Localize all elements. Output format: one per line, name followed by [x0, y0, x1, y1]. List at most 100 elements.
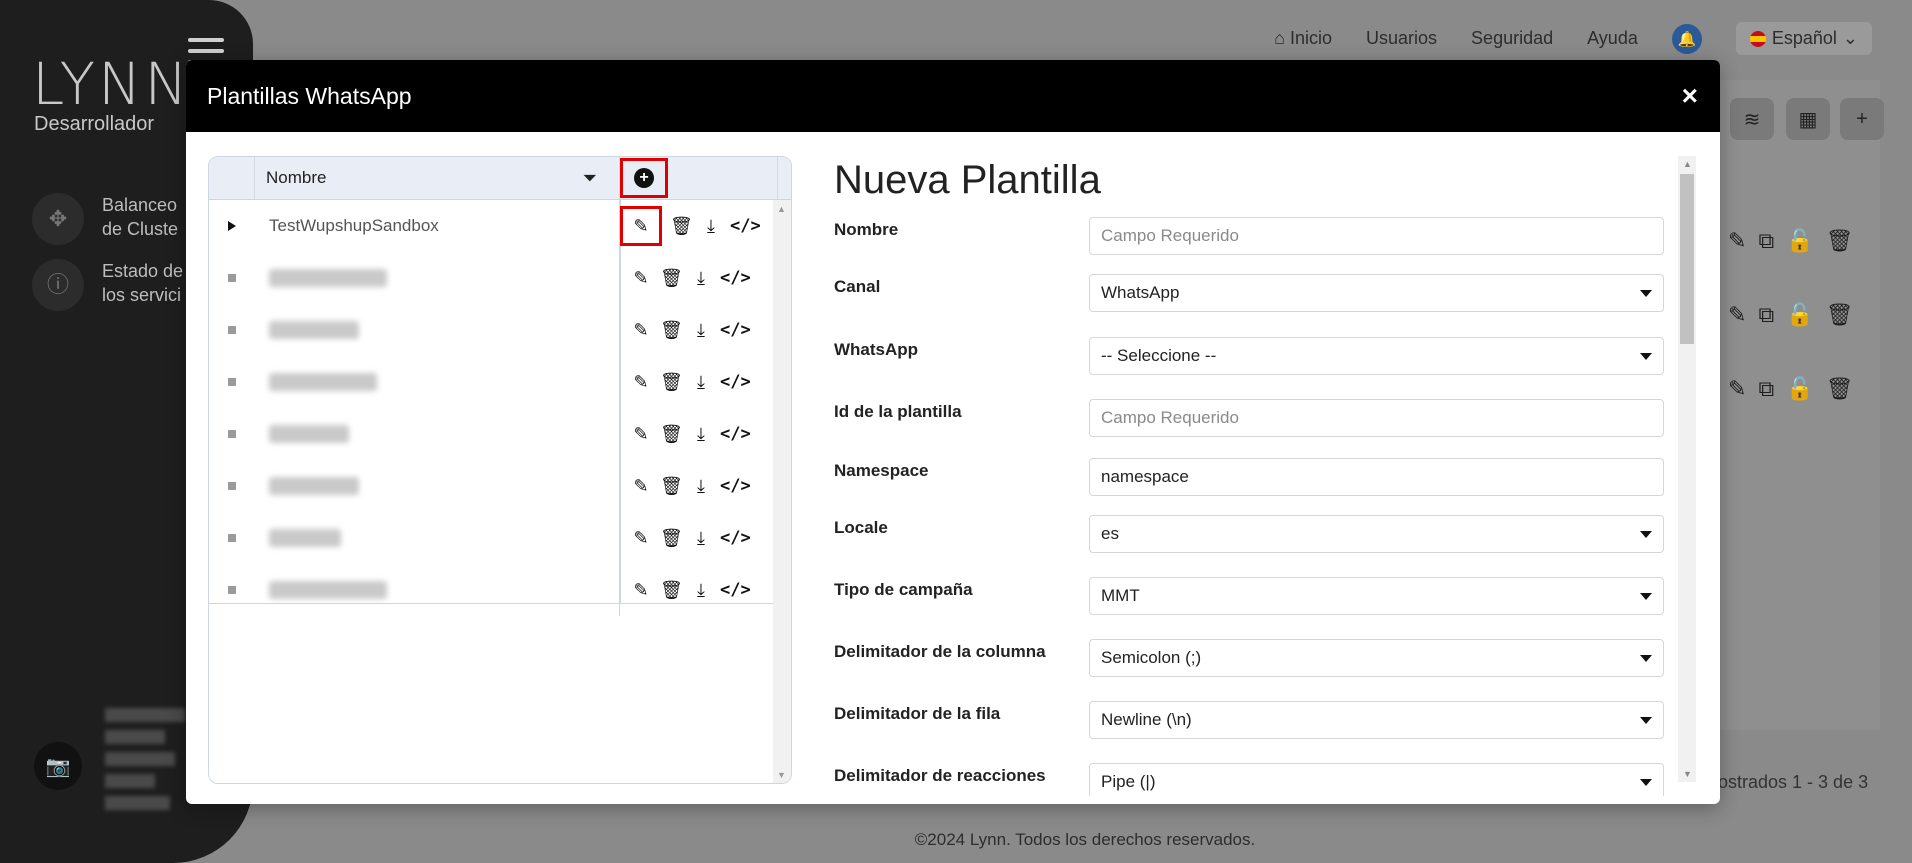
grid-header: Nombre ⏷ + — [209, 157, 791, 200]
user-role: Desarrollador — [34, 113, 155, 135]
select-field[interactable]: WhatsApp — [1089, 274, 1664, 312]
code-icon[interactable]: </> — [720, 476, 751, 496]
nav-security[interactable]: Seguridad — [1471, 28, 1553, 49]
table-row[interactable]: ✎ 🗑 ⤓ </> — [209, 564, 777, 616]
trash-icon[interactable]: 🗑 — [660, 476, 683, 497]
edit-icon[interactable]: ✎ — [630, 268, 652, 289]
download-icon[interactable]: ⤓ — [690, 476, 712, 497]
download-icon[interactable]: ⤓ — [690, 424, 712, 445]
redacted-text — [269, 373, 377, 391]
code-icon[interactable]: </> — [720, 268, 751, 288]
trash-icon[interactable]: 🗑 — [660, 424, 683, 445]
form-title: Nueva Plantilla — [834, 158, 1101, 202]
field-label: Namespace — [834, 461, 929, 480]
trash-icon[interactable]: 🗑 — [670, 216, 693, 237]
redacted-text — [269, 529, 341, 547]
edit-icon[interactable]: ✎ — [630, 320, 652, 341]
grid-body: TestWupshupSandbox ✎ 🗑 ⤓ </> ✎ 🗑 ⤓ </> ✎ 🗑 ⤓ </> ✎ 🗑 ⤓ <… — [209, 200, 777, 783]
row-actions: ✎ 🗑 ⤓ </> — [620, 252, 750, 304]
table-row[interactable]: ✎ 🗑 ⤓ </> — [209, 356, 777, 408]
text-input[interactable]: namespace — [1089, 458, 1664, 496]
add-icon[interactable]: + — [1840, 98, 1884, 140]
field-label: Id de la plantilla — [834, 402, 962, 421]
grid-scrollbar[interactable]: ▲ ▼ — [773, 200, 791, 783]
field-label: Nombre — [834, 220, 899, 239]
trash-icon[interactable]: 🗑 — [660, 320, 683, 341]
download-icon[interactable]: ⤓ — [690, 528, 712, 549]
top-nav: ⌂ Inicio Usuarios Seguridad Ayuda 🔔 Espa… — [1274, 22, 1872, 55]
edit-icon[interactable]: ✎ — [630, 476, 652, 497]
text-input[interactable]: Campo Requerido — [1089, 217, 1664, 255]
field-label: Tipo de campaña — [834, 580, 973, 599]
spain-flag-icon — [1749, 30, 1766, 47]
dropdown-arrow-icon — [1640, 592, 1652, 600]
trash-icon[interactable]: 🗑 — [660, 528, 683, 549]
row-name — [255, 304, 620, 356]
code-icon[interactable]: </> — [720, 528, 751, 548]
templates-grid: Nombre ⏷ + TestWupshupSandbox ✎ 🗑 ⤓ </> ✎ 🗑 ⤓ </… — [208, 156, 792, 784]
code-icon[interactable]: </> — [720, 580, 751, 600]
table-row[interactable]: TestWupshupSandbox ✎ 🗑 ⤓ </> — [209, 200, 777, 252]
download-icon[interactable]: ⤓ — [690, 320, 712, 341]
nav-home[interactable]: ⌂ Inicio — [1274, 28, 1332, 49]
table-row[interactable]: ✎ 🗑 ⤓ </> — [209, 408, 777, 460]
redacted-text — [269, 269, 387, 287]
code-icon[interactable]: </> — [720, 372, 751, 392]
nav-help[interactable]: Ayuda — [1587, 28, 1638, 49]
edit-icon[interactable]: ✎ — [630, 580, 652, 601]
code-icon[interactable]: </> — [720, 424, 751, 444]
bg-row-actions: ✎ ⧉ 🔓 🗑 — [1728, 302, 1854, 327]
calendar-icon[interactable]: ▦ — [1786, 98, 1830, 140]
edit-icon[interactable]: ✎ — [630, 528, 652, 549]
trash-icon[interactable]: 🗑 — [660, 580, 683, 601]
close-icon[interactable]: × — [1682, 80, 1698, 112]
filter-icon[interactable]: ⏷ — [583, 168, 597, 189]
bg-row-actions: ✎ ⧉ 🔓 🗑 — [1728, 228, 1854, 253]
layers-icon[interactable]: ≋ — [1730, 98, 1774, 140]
add-template-button[interactable]: + — [620, 158, 668, 198]
select-field[interactable]: Semicolon (;) — [1089, 639, 1664, 677]
field-label: Delimitador de reacciones — [834, 766, 1046, 785]
row-marker — [228, 534, 236, 542]
table-row[interactable]: ✎ 🗑 ⤓ </> — [209, 304, 777, 356]
row-marker — [228, 586, 236, 594]
dropdown-arrow-icon — [1640, 289, 1652, 297]
column-header-name[interactable]: Nombre ⏷ — [255, 157, 620, 199]
camera-icon[interactable]: 📷 — [34, 742, 82, 790]
table-row[interactable]: ✎ 🗑 ⤓ </> — [209, 460, 777, 512]
dropdown-arrow-icon — [1640, 654, 1652, 662]
table-row[interactable]: ✎ 🗑 ⤓ </> — [209, 252, 777, 304]
text-input[interactable]: Campo Requerido — [1089, 399, 1664, 437]
download-icon[interactable]: ⤓ — [700, 216, 722, 237]
table-row[interactable]: ✎ 🗑 ⤓ </> — [209, 512, 777, 564]
edit-icon[interactable]: ✎ — [630, 424, 652, 445]
select-field[interactable]: Newline (\n) — [1089, 701, 1664, 739]
app-logo: LYNN — [32, 50, 191, 118]
dropdown-arrow-icon — [1640, 352, 1652, 360]
redacted-text — [269, 425, 349, 443]
download-icon[interactable]: ⤓ — [690, 372, 712, 393]
row-marker — [228, 378, 236, 386]
edit-icon[interactable]: ✎ — [630, 372, 652, 393]
modal-header: Plantillas WhatsApp × — [186, 60, 1720, 132]
bell-icon[interactable]: 🔔 — [1671, 23, 1702, 54]
code-icon[interactable]: </> — [720, 320, 751, 340]
select-field[interactable]: Pipe (|) — [1089, 763, 1664, 796]
select-field[interactable]: -- Seleccione -- — [1089, 337, 1664, 375]
select-field[interactable]: es — [1089, 515, 1664, 553]
nav-users[interactable]: Usuarios — [1366, 28, 1437, 49]
edit-button-highlighted[interactable]: ✎ — [620, 206, 662, 246]
trash-icon[interactable]: 🗑 — [660, 372, 683, 393]
language-selector[interactable]: Español ⌄ — [1735, 22, 1872, 55]
code-icon[interactable]: </> — [730, 216, 761, 236]
trash-icon[interactable]: 🗑 — [660, 268, 683, 289]
download-icon[interactable]: ⤓ — [690, 580, 712, 601]
edit-icon[interactable]: ✎ — [630, 216, 652, 237]
select-field[interactable]: MMT — [1089, 577, 1664, 615]
form-scrollbar[interactable]: ▲ ▼ — [1678, 156, 1696, 782]
redacted-user-info — [105, 708, 185, 818]
info-icon: ⓘ — [32, 259, 84, 311]
expand-caret-icon[interactable] — [228, 221, 236, 231]
download-icon[interactable]: ⤓ — [690, 268, 712, 289]
row-actions: ✎ 🗑 ⤓ </> — [620, 356, 750, 408]
